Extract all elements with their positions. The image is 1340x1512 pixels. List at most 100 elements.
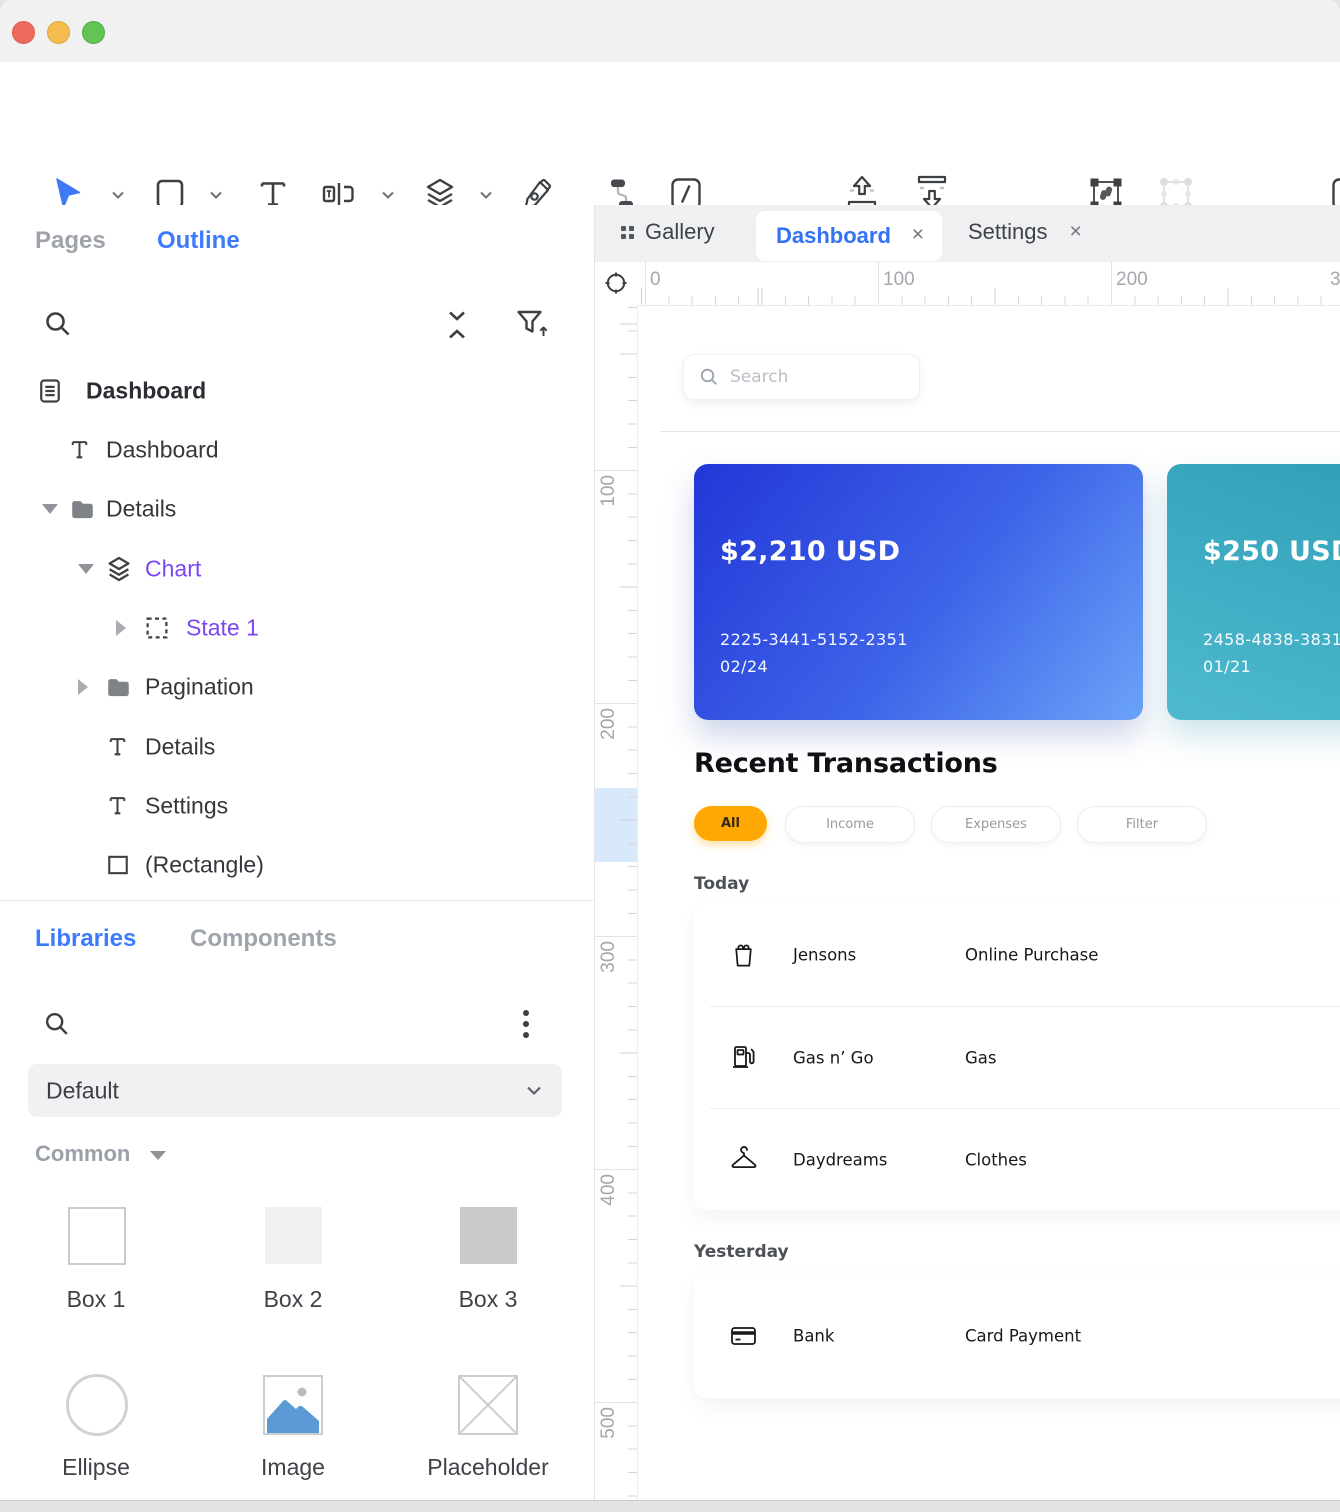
transaction-row[interactable]: Jensons Online Purchase: [694, 904, 1340, 1006]
library-item-label: Box 2: [193, 1286, 393, 1313]
library-select-value: Default: [46, 1077, 119, 1104]
tree-label: State 1: [186, 614, 259, 641]
tree-row-pagination[interactable]: Pagination: [0, 657, 594, 716]
tree-row-details-folder[interactable]: Details: [0, 479, 594, 538]
tab-settings[interactable]: Settings ×: [968, 219, 1082, 245]
ruler-label: 0: [650, 269, 661, 291]
tab-outline[interactable]: Outline: [157, 227, 240, 255]
library-item-image[interactable]: [263, 1375, 323, 1435]
tree-row-details-text[interactable]: Details: [0, 717, 594, 776]
library-item-box3[interactable]: [460, 1207, 517, 1264]
tree-row-rectangle[interactable]: (Rectangle): [0, 835, 594, 894]
ruler-ticks: [620, 305, 637, 1500]
credit-card-blue[interactable]: $2,210 USD 2225-3441-5152-2351 02/24: [694, 464, 1143, 720]
transaction-name: Jensons: [793, 946, 856, 965]
tree-row-dashboard-text[interactable]: Dashboard: [0, 420, 594, 479]
tab-label: Settings: [968, 219, 1048, 245]
tab-dashboard[interactable]: Dashboard ×: [756, 211, 942, 261]
close-tab-icon[interactable]: ×: [912, 223, 924, 247]
filter-pill-expenses[interactable]: Expenses: [931, 806, 1061, 843]
library-menu-button[interactable]: [520, 1007, 532, 1043]
credit-card-icon: [727, 1320, 761, 1352]
transaction-row[interactable]: Daydreams Clothes: [694, 1109, 1340, 1210]
library-item-label: Box 1: [0, 1286, 196, 1313]
filter-pill-income[interactable]: Income: [785, 806, 915, 843]
library-select[interactable]: Default: [28, 1064, 562, 1117]
text-layer-icon: [66, 436, 93, 463]
chevron-down-icon[interactable]: [78, 564, 94, 574]
tab-components[interactable]: Components: [190, 925, 337, 953]
tree-label: Details: [145, 733, 215, 760]
transactions-card-yesterday[interactable]: Bank Card Payment: [694, 1273, 1340, 1398]
transaction-row[interactable]: Bank Card Payment: [694, 1273, 1340, 1398]
filter-pill-filter[interactable]: Filter: [1077, 806, 1207, 843]
ruler-label: 400: [598, 1174, 620, 1206]
library-group-header[interactable]: Common: [35, 1141, 166, 1167]
library-item-placeholder[interactable]: [458, 1375, 518, 1435]
filter-layers-button[interactable]: [512, 306, 550, 344]
layers-tool-dropdown[interactable]: [478, 188, 494, 202]
card-number: 2225-3441-5152-2351: [720, 630, 908, 649]
text-layer-icon: [104, 733, 131, 760]
state-icon: [142, 613, 172, 643]
chevron-right-icon[interactable]: [116, 620, 126, 636]
design-search-field[interactable]: Search: [683, 354, 920, 400]
folder-icon: [104, 672, 133, 701]
library-item-ellipse[interactable]: [66, 1374, 128, 1436]
outline-search-button[interactable]: [42, 308, 74, 340]
collapse-all-button[interactable]: [440, 309, 474, 341]
tree-row-state-1[interactable]: State 1: [0, 598, 594, 657]
tree-row-dashboard-page[interactable]: Dashboard: [0, 361, 594, 420]
tab-pages[interactable]: Pages: [35, 227, 106, 255]
ruler-label: 200: [598, 708, 620, 740]
transaction-name: Daydreams: [793, 1150, 887, 1169]
transaction-category: Card Payment: [965, 1326, 1081, 1345]
library-item-box2[interactable]: [265, 1207, 322, 1264]
card-number: 2458-4838-3831-: [1203, 630, 1340, 649]
ruler-corner[interactable]: [595, 262, 638, 306]
transaction-row[interactable]: Gas n’ Go Gas: [694, 1007, 1340, 1108]
ruler-label: 3: [1330, 269, 1340, 291]
document-icon: [36, 377, 64, 405]
library-item-label: Ellipse: [0, 1454, 196, 1481]
input-tool-dropdown[interactable]: [380, 188, 396, 202]
select-tool-dropdown[interactable]: [110, 188, 126, 202]
shape-tool-dropdown[interactable]: [208, 188, 224, 202]
group-title-today: Today: [694, 874, 749, 894]
tree-label: Dashboard: [106, 436, 219, 463]
filter-pill-all[interactable]: All: [694, 806, 767, 841]
ruler-major-tick: [595, 936, 637, 937]
search-icon: [698, 366, 720, 388]
search-placeholder: Search: [730, 367, 788, 387]
maximize-window-button[interactable]: [82, 21, 105, 44]
library-item-box1[interactable]: [68, 1207, 126, 1265]
minimize-window-button[interactable]: [47, 21, 70, 44]
credit-card-teal[interactable]: $250 USD 2458-4838-3831- 01/21: [1167, 464, 1340, 720]
library-search-button[interactable]: [42, 1009, 72, 1039]
transactions-card-today[interactable]: Jensons Online Purchase Gas n’ Go Gas Da…: [694, 904, 1340, 1210]
close-window-button[interactable]: [12, 21, 35, 44]
ruler-major-tick: [1111, 262, 1112, 305]
group-title-yesterday: Yesterday: [694, 1242, 789, 1262]
pill-label: All: [721, 816, 740, 831]
close-tab-icon[interactable]: ×: [1070, 220, 1082, 244]
tab-gallery[interactable]: Gallery: [620, 219, 715, 245]
triangle-down-icon: [150, 1151, 166, 1160]
toolbar: [0, 62, 1340, 205]
horizontal-ruler: 0 100 200 3: [637, 262, 1340, 306]
hanger-icon: [727, 1144, 761, 1176]
chevron-down-icon[interactable]: [42, 504, 58, 514]
kebab-menu-icon: [520, 1007, 532, 1043]
tree-row-settings-text[interactable]: Settings: [0, 776, 594, 835]
tree-row-chart-component[interactable]: Chart: [0, 539, 594, 598]
library-item-label: Placeholder: [388, 1454, 588, 1481]
tab-libraries[interactable]: Libraries: [35, 925, 136, 953]
transaction-category: Clothes: [965, 1150, 1027, 1169]
ruler-major-tick: [645, 262, 646, 305]
library-group-label: Common: [35, 1141, 130, 1166]
ruler-label: 500: [598, 1407, 620, 1439]
tree-label: Details: [106, 495, 176, 522]
chevron-right-icon[interactable]: [78, 679, 88, 695]
tree-label: Chart: [145, 555, 201, 582]
shopping-bag-icon: [727, 936, 760, 974]
